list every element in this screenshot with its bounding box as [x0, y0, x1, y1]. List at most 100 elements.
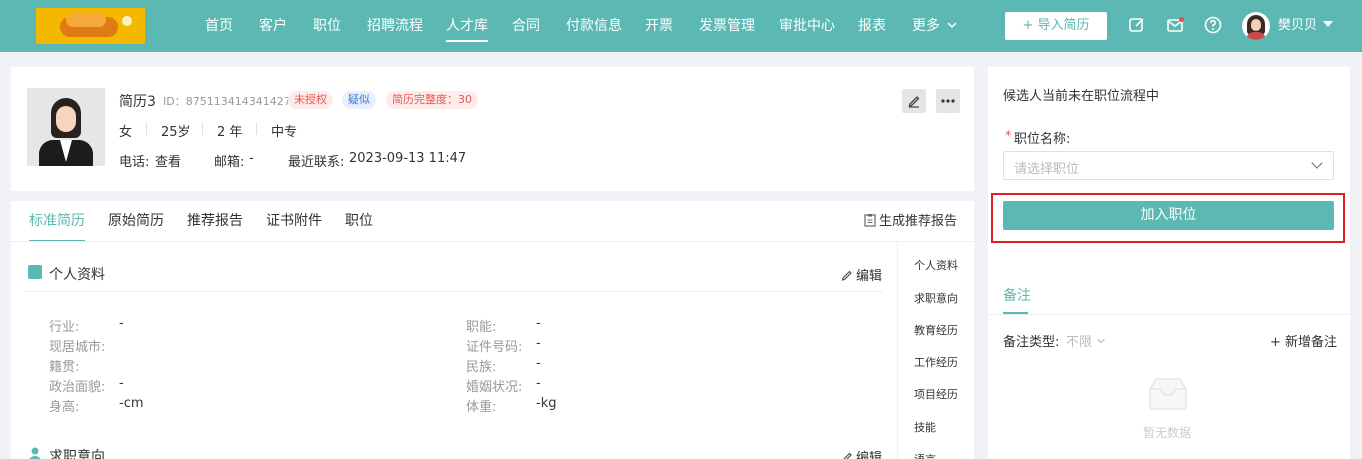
pipeline-status-text: 候选人当前未在职位流程中 — [1003, 89, 1160, 104]
field-value-political-status: - — [119, 376, 124, 391]
plus-icon: + — [1022, 18, 1038, 33]
field-label-height: 身高: — [49, 400, 80, 415]
nav-item-invoice-management[interactable]: 发票管理 — [699, 0, 755, 52]
field-label-current-city: 现居城市: — [49, 340, 106, 355]
add-note-label: 新增备注 — [1285, 335, 1338, 350]
side-nav-work-experience[interactable]: 工作经历 — [914, 354, 958, 370]
candidate-profile-card: 简历3 ID：87511341434142720 未授权 疑似 简历完整度：30… — [11, 67, 974, 191]
edit-label: 编辑 — [856, 269, 883, 284]
ellipsis-icon — [941, 99, 955, 103]
candidate-gender: 女 — [119, 125, 133, 140]
side-nav-education[interactable]: 教育经历 — [914, 322, 958, 338]
tab-original-resume[interactable]: 原始简历 — [108, 201, 164, 242]
section-title-personal-info: 个人资料 — [49, 267, 105, 283]
nav-item-contracts[interactable]: 合同 — [512, 0, 540, 52]
field-label-function: 职能: — [466, 320, 497, 335]
field-label-native-place: 籍贯: — [49, 360, 80, 375]
nav-item-reports[interactable]: 报表 — [858, 0, 886, 52]
position-sidebar: 候选人当前未在职位流程中 * 职位名称: 请选择职位 加入职位 备注 备注类型:… — [988, 67, 1350, 459]
add-note-button[interactable]: + 新增备注 — [1270, 331, 1337, 350]
top-navbar: 首页 客户 职位 招聘流程 人才库 合同 付款信息 开票 发票管理 审批中心 报… — [0, 0, 1362, 52]
candidate-education: 中专 — [271, 125, 298, 140]
edit-label: 编辑 — [856, 451, 883, 459]
position-name-label: 职位名称: — [1014, 132, 1071, 147]
pencil-icon — [843, 452, 852, 459]
more-actions-button[interactable] — [936, 89, 960, 113]
tab-recommendation-report[interactable]: 推荐报告 — [187, 201, 243, 242]
last-contact-value: 2023-09-13 11:47 — [349, 151, 467, 166]
field-value-height: -cm — [119, 396, 144, 411]
field-label-weight: 体重: — [466, 400, 497, 415]
import-resume-label: 导入简历 — [1037, 18, 1090, 33]
candidate-photo — [27, 88, 105, 166]
tab-notes[interactable]: 备注 — [1003, 285, 1031, 305]
candidate-age: 25岁 — [161, 125, 191, 140]
user-name[interactable]: 樊贝贝 — [1278, 0, 1317, 52]
side-nav-personal-info[interactable]: 个人资料 — [914, 257, 958, 273]
phone-label: 电话: — [119, 155, 150, 170]
caret-down-icon[interactable] — [1323, 21, 1333, 27]
nav-item-talent-pool[interactable]: 人才库 — [446, 0, 488, 52]
field-label-industry: 行业: — [49, 320, 80, 335]
side-nav-languages[interactable]: 语言 — [914, 451, 936, 459]
chevron-down-icon — [1311, 157, 1323, 169]
email-value: - — [249, 151, 254, 166]
field-label-political-status: 政治面貌: — [49, 380, 106, 395]
resume-panel: 标准简历 原始简历 推荐报告 证书附件 职位 生成推荐报告 个人资料 求职意向 … — [11, 201, 974, 459]
required-marker: * — [1005, 129, 1012, 144]
nav-item-positions[interactable]: 职位 — [313, 0, 341, 52]
field-value-id-number: - — [536, 336, 541, 351]
status-badge-unauthorized: 未授权 — [288, 91, 333, 109]
empty-inbox-icon — [1149, 378, 1187, 410]
field-value-marital-status: - — [536, 376, 541, 391]
nav-item-recruiting-flow[interactable]: 招聘流程 — [367, 0, 423, 52]
chevron-down-icon — [947, 22, 957, 29]
nav-item-invoicing[interactable]: 开票 — [645, 0, 673, 52]
candidate-experience: 2 年 — [217, 125, 243, 140]
field-value-industry: - — [119, 316, 124, 331]
note-type-label: 备注类型: — [1003, 335, 1060, 350]
help-icon[interactable] — [1204, 16, 1222, 34]
email-label: 邮箱: — [214, 155, 245, 170]
side-nav-skills[interactable]: 技能 — [914, 419, 936, 435]
nav-item-approval-center[interactable]: 审批中心 — [779, 0, 835, 52]
clipboard-icon — [864, 214, 876, 227]
field-label-marital-status: 婚姻状况: — [466, 380, 523, 395]
user-avatar[interactable] — [1242, 12, 1270, 40]
job-intent-edit-button[interactable]: 编辑 — [841, 447, 882, 459]
status-badge-completeness: 简历完整度：30 — [386, 91, 478, 109]
position-select[interactable]: 请选择职位 — [1003, 151, 1334, 180]
tab-standard-resume[interactable]: 标准简历 — [29, 201, 85, 242]
note-type-value: 不限 — [1066, 335, 1093, 350]
note-type-select[interactable]: 不限 — [1066, 331, 1106, 350]
phone-view-link[interactable]: 查看 — [155, 151, 181, 170]
tab-certificate-attachments[interactable]: 证书附件 — [266, 201, 322, 242]
section-title-job-intent: 求职意向 — [49, 449, 105, 459]
nav-item-home[interactable]: 首页 — [205, 0, 233, 52]
generate-report-button[interactable]: 生成推荐报告 — [864, 201, 957, 242]
field-label-ethnicity: 民族: — [466, 360, 497, 375]
company-logo[interactable] — [36, 8, 145, 44]
import-resume-button[interactable]: + 导入简历 — [1005, 12, 1107, 40]
status-badge-suspected: 疑似 — [342, 91, 376, 109]
field-value-ethnicity: - — [536, 356, 541, 371]
candidate-name: 简历3 — [119, 94, 156, 110]
edit-note-icon[interactable] — [1128, 16, 1146, 34]
field-value-weight: -kg — [536, 396, 557, 411]
nav-item-more[interactable]: 更多 — [912, 0, 958, 52]
generate-report-label: 生成推荐报告 — [879, 214, 958, 229]
person-icon — [29, 447, 41, 459]
nav-item-payments[interactable]: 付款信息 — [566, 0, 622, 52]
plus-icon: + — [1270, 335, 1286, 350]
side-nav-project-experience[interactable]: 项目经历 — [914, 386, 958, 402]
mail-icon[interactable] — [1166, 16, 1184, 34]
nav-item-customers[interactable]: 客户 — [259, 0, 287, 52]
position-select-placeholder: 请选择职位 — [1014, 162, 1080, 177]
nav-more-label: 更多 — [912, 18, 940, 34]
field-label-id-number: 证件号码: — [466, 340, 523, 355]
join-position-button[interactable]: 加入职位 — [1003, 201, 1334, 230]
edit-button[interactable] — [902, 89, 926, 113]
tab-positions[interactable]: 职位 — [345, 201, 373, 242]
side-nav-job-intent[interactable]: 求职意向 — [914, 290, 958, 306]
personal-info-edit-button[interactable]: 编辑 — [841, 265, 882, 284]
